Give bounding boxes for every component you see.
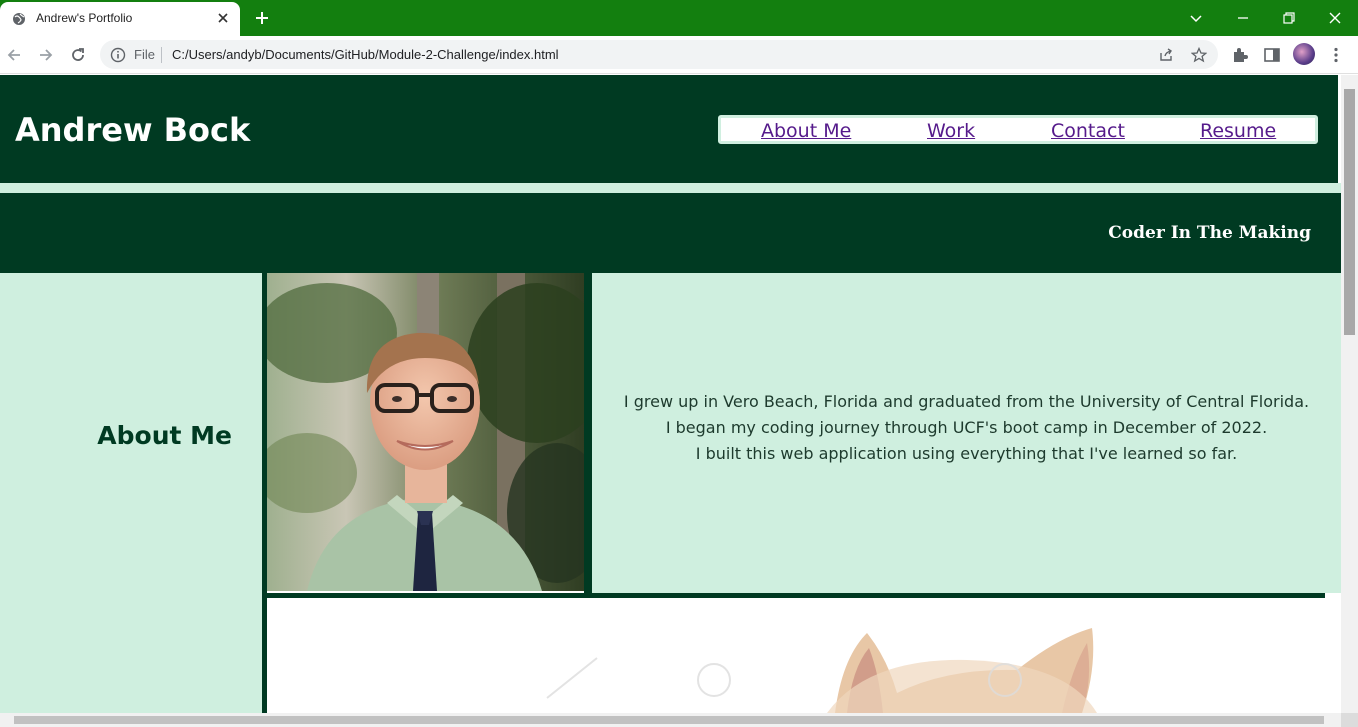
- nav-link-work[interactable]: Work: [927, 120, 975, 142]
- bio-text: I grew up in Vero Beach, Florida and gra…: [592, 389, 1341, 467]
- vertical-scroll-thumb[interactable]: [1344, 89, 1355, 335]
- hero-banner: Coder In The Making: [0, 193, 1341, 273]
- about-sidebar: About Me: [0, 273, 262, 713]
- address-bar[interactable]: File C:/Users/andyb/Documents/GitHub/Mod…: [100, 40, 1218, 69]
- bookmark-star-icon[interactable]: [1191, 47, 1207, 63]
- scrollbar-corner: [1341, 713, 1358, 727]
- about-heading: About Me: [97, 421, 232, 450]
- menu-kebab-icon[interactable]: [1327, 46, 1345, 64]
- url-text[interactable]: C:/Users/andyb/Documents/GitHub/Module-2…: [172, 47, 559, 62]
- url-scheme-label: File: [134, 47, 155, 62]
- header-gap: [0, 183, 1341, 193]
- extensions-icon[interactable]: [1231, 46, 1249, 64]
- nav-link-about[interactable]: About Me: [761, 120, 851, 142]
- info-icon[interactable]: [110, 47, 126, 63]
- profile-avatar[interactable]: [1293, 43, 1315, 65]
- kitten-image: [267, 598, 1341, 713]
- reload-icon[interactable]: [68, 45, 88, 65]
- globe-icon: [13, 13, 25, 25]
- bio-line: I began my coding journey through UCF's …: [665, 418, 1268, 437]
- minimize-icon[interactable]: [1233, 8, 1253, 28]
- close-window-icon[interactable]: [1325, 8, 1345, 28]
- forward-icon[interactable]: [36, 45, 56, 65]
- main-nav: About Me Work Contact Resume: [718, 115, 1318, 144]
- bio-line: I grew up in Vero Beach, Florida and gra…: [623, 392, 1310, 411]
- horizontal-scroll-thumb[interactable]: [14, 716, 1324, 724]
- bio-panel: I grew up in Vero Beach, Florida and gra…: [592, 273, 1341, 593]
- share-icon[interactable]: [1158, 47, 1174, 63]
- tab-strip: Andrew's Portfolio: [0, 0, 1358, 36]
- tab-search-icon[interactable]: [1186, 8, 1206, 28]
- tagline: Coder In The Making: [1108, 223, 1311, 243]
- bio-line: I built this web application using every…: [695, 444, 1238, 463]
- page-viewport: Andrew Bock About Me Work Contact Resume…: [0, 75, 1341, 713]
- tab-title: Andrew's Portfolio: [36, 11, 133, 25]
- close-tab-icon[interactable]: [216, 11, 230, 25]
- site-title: Andrew Bock: [15, 111, 251, 149]
- horizontal-scrollbar[interactable]: [0, 713, 1341, 727]
- address-divider: [161, 47, 162, 63]
- back-icon[interactable]: [4, 45, 24, 65]
- side-panel-icon[interactable]: [1263, 46, 1281, 64]
- profile-photo: [267, 273, 584, 591]
- nav-link-resume[interactable]: Resume: [1200, 120, 1276, 142]
- site-header: Andrew Bock About Me Work Contact Resume: [0, 75, 1338, 183]
- new-tab-icon[interactable]: [254, 10, 270, 26]
- browser-toolbar: File C:/Users/andyb/Documents/GitHub/Mod…: [0, 36, 1358, 74]
- browser-tab[interactable]: Andrew's Portfolio: [0, 2, 240, 36]
- photo-divider: [584, 273, 592, 593]
- restore-icon[interactable]: [1279, 8, 1299, 28]
- nav-link-contact[interactable]: Contact: [1051, 120, 1125, 142]
- vertical-scrollbar[interactable]: [1341, 75, 1358, 713]
